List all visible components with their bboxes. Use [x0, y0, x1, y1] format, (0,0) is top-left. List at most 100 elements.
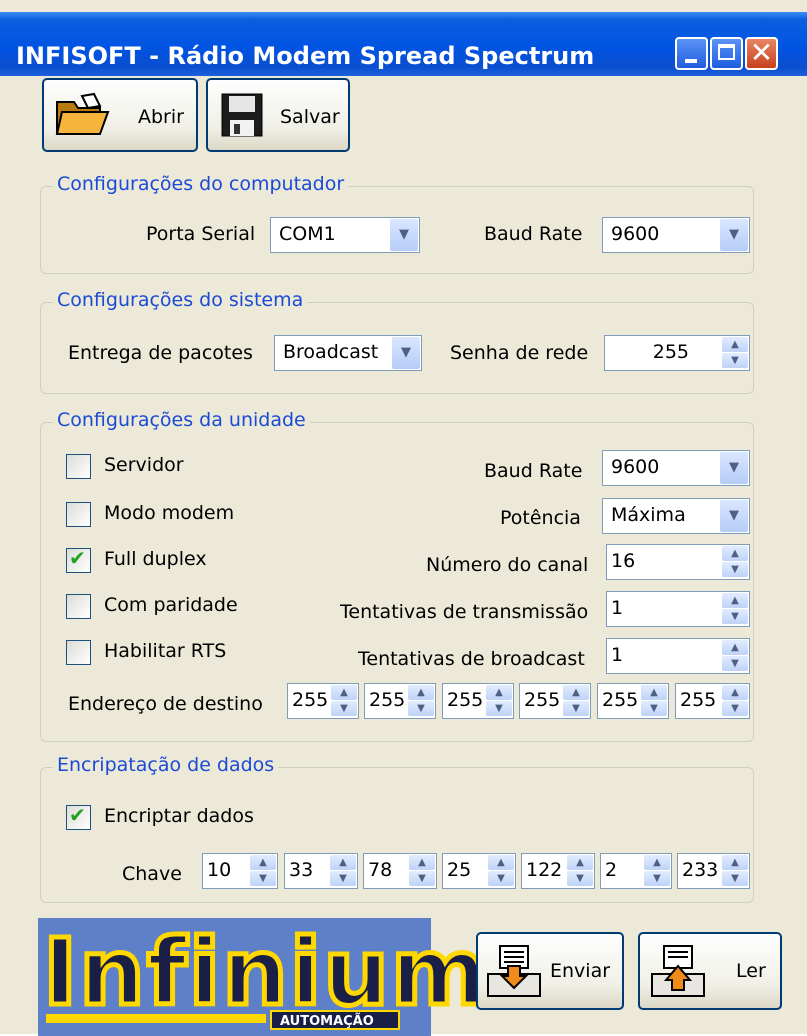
- server-checkbox[interactable]: [66, 454, 91, 479]
- spin-up-icon[interactable]: ▲: [408, 685, 434, 700]
- open-button[interactable]: Abrir: [42, 78, 198, 152]
- spin-up-icon[interactable]: ▲: [722, 593, 748, 608]
- spin-up-icon[interactable]: ▲: [567, 855, 593, 870]
- dest-address-spinner[interactable]: 255 ▲ ▼: [442, 683, 514, 719]
- spinner-buttons[interactable]: ▲ ▼: [567, 855, 593, 887]
- close-button[interactable]: ✕: [745, 36, 778, 70]
- spin-up-icon[interactable]: ▲: [330, 855, 356, 870]
- spin-down-icon[interactable]: ▼: [409, 871, 435, 886]
- spin-down-icon[interactable]: ▼: [488, 871, 514, 886]
- title-bar[interactable]: INFISOFT - Rádio Modem Spread Spectrum ✕: [0, 12, 807, 76]
- key-spinner[interactable]: 10 ▲ ▼: [202, 853, 278, 889]
- spinner-buttons[interactable]: ▲ ▼: [722, 337, 748, 369]
- spin-down-icon[interactable]: ▼: [644, 871, 670, 886]
- spinner-buttons[interactable]: ▲ ▼: [409, 855, 435, 887]
- serial-port-label: Porta Serial: [146, 223, 256, 245]
- key-spinner[interactable]: 122 ▲ ▼: [521, 853, 595, 889]
- close-icon: ✕: [749, 36, 774, 69]
- spin-down-icon[interactable]: ▼: [722, 609, 748, 624]
- spinner-buttons[interactable]: ▲ ▼: [722, 685, 748, 717]
- spinner-buttons[interactable]: ▲ ▼: [330, 855, 356, 887]
- spin-down-icon[interactable]: ▼: [567, 871, 593, 886]
- spin-down-icon[interactable]: ▼: [331, 701, 357, 716]
- spinner-buttons[interactable]: ▲ ▼: [722, 640, 748, 672]
- spinner-buttons[interactable]: ▲ ▼: [331, 685, 357, 717]
- power-select[interactable]: Máxima ▼: [602, 498, 750, 534]
- delivery-select[interactable]: Broadcast ▼: [274, 335, 422, 371]
- spin-down-icon[interactable]: ▼: [722, 656, 748, 671]
- chevron-down-icon[interactable]: ▼: [390, 219, 418, 251]
- spin-up-icon[interactable]: ▲: [409, 855, 435, 870]
- channel-spinner[interactable]: 16 ▲ ▼: [606, 544, 750, 580]
- spinner-buttons[interactable]: ▲ ▼: [250, 855, 276, 887]
- spinner-buttons[interactable]: ▲ ▼: [722, 546, 748, 578]
- spin-down-icon[interactable]: ▼: [722, 353, 748, 368]
- spin-down-icon[interactable]: ▼: [722, 701, 748, 716]
- parity-checkbox[interactable]: [66, 594, 91, 619]
- modem-mode-checkbox[interactable]: [66, 502, 91, 527]
- spin-up-icon[interactable]: ▲: [722, 685, 748, 700]
- spinner-buttons[interactable]: ▲ ▼: [563, 685, 589, 717]
- floppy-disk-icon: [221, 93, 263, 137]
- key-spinner[interactable]: 233 ▲ ▼: [677, 853, 750, 889]
- spin-up-icon[interactable]: ▲: [486, 685, 512, 700]
- check-mark-icon: ✔: [69, 803, 86, 827]
- full-duplex-checkbox[interactable]: ✔: [66, 546, 91, 573]
- key-spinner[interactable]: 78 ▲ ▼: [363, 853, 437, 889]
- spin-up-icon[interactable]: ▲: [331, 685, 357, 700]
- spin-down-icon[interactable]: ▼: [722, 871, 748, 886]
- chevron-down-icon[interactable]: ▼: [720, 500, 748, 532]
- spin-down-icon[interactable]: ▼: [641, 701, 667, 716]
- chevron-down-icon[interactable]: ▼: [720, 219, 748, 251]
- spinner-buttons[interactable]: ▲ ▼: [486, 685, 512, 717]
- read-button[interactable]: Ler: [638, 932, 782, 1010]
- spin-up-icon[interactable]: ▲: [250, 855, 276, 870]
- network-password-spinner[interactable]: 255 ▲ ▼: [604, 335, 750, 371]
- chevron-down-icon[interactable]: ▼: [720, 452, 748, 484]
- key-spinner[interactable]: 33 ▲ ▼: [284, 853, 358, 889]
- spin-down-icon[interactable]: ▼: [330, 871, 356, 886]
- rts-checkbox[interactable]: [66, 640, 91, 665]
- unit-baud-rate-select[interactable]: 9600 ▼: [602, 450, 750, 486]
- spin-up-icon[interactable]: ▲: [722, 855, 748, 870]
- key-spinner[interactable]: 2 ▲ ▼: [600, 853, 672, 889]
- maximize-button[interactable]: [710, 37, 743, 70]
- dest-address-spinner[interactable]: 255 ▲ ▼: [364, 683, 436, 719]
- spinner-buttons[interactable]: ▲ ▼: [488, 855, 514, 887]
- spinner-buttons[interactable]: ▲ ▼: [641, 685, 667, 717]
- pc-baud-rate-select[interactable]: 9600 ▼: [602, 217, 750, 253]
- bc-retries-spinner[interactable]: 1 ▲ ▼: [606, 638, 750, 674]
- encrypt-data-checkbox[interactable]: ✔: [66, 803, 91, 830]
- spinner-buttons[interactable]: ▲ ▼: [722, 855, 748, 887]
- key-spinner[interactable]: 25 ▲ ▼: [442, 853, 516, 889]
- tx-retries-spinner[interactable]: 1 ▲ ▼: [606, 591, 750, 627]
- spin-up-icon[interactable]: ▲: [641, 685, 667, 700]
- dest-address-spinner[interactable]: 255 ▲ ▼: [519, 683, 591, 719]
- spin-down-icon[interactable]: ▼: [563, 701, 589, 716]
- spin-down-icon[interactable]: ▼: [486, 701, 512, 716]
- spin-down-icon[interactable]: ▼: [722, 562, 748, 577]
- spin-up-icon[interactable]: ▲: [722, 546, 748, 561]
- dest-address-value: 255: [292, 689, 329, 711]
- save-button[interactable]: Salvar: [206, 78, 350, 152]
- spin-up-icon[interactable]: ▲: [563, 685, 589, 700]
- spin-up-icon[interactable]: ▲: [722, 337, 748, 352]
- spin-down-icon[interactable]: ▼: [250, 871, 276, 886]
- serial-port-select[interactable]: COM1 ▼: [270, 217, 420, 253]
- spin-down-icon[interactable]: ▼: [408, 701, 434, 716]
- serial-port-value: COM1: [279, 223, 336, 245]
- spinner-buttons[interactable]: ▲ ▼: [722, 593, 748, 625]
- minimize-button[interactable]: [675, 37, 708, 70]
- spinner-buttons[interactable]: ▲ ▼: [408, 685, 434, 717]
- dest-address-spinner[interactable]: 255 ▲ ▼: [287, 683, 359, 719]
- spin-up-icon[interactable]: ▲: [722, 640, 748, 655]
- dest-address-spinner[interactable]: 255 ▲ ▼: [675, 683, 750, 719]
- system-settings-title: Configurações do sistema: [53, 289, 308, 311]
- chevron-down-icon[interactable]: ▼: [392, 337, 420, 369]
- spin-up-icon[interactable]: ▲: [488, 855, 514, 870]
- dest-address-spinner[interactable]: 255 ▲ ▼: [597, 683, 669, 719]
- spinner-buttons[interactable]: ▲ ▼: [644, 855, 670, 887]
- send-button[interactable]: Enviar: [476, 932, 624, 1010]
- key-value: 233: [682, 859, 719, 881]
- spin-up-icon[interactable]: ▲: [644, 855, 670, 870]
